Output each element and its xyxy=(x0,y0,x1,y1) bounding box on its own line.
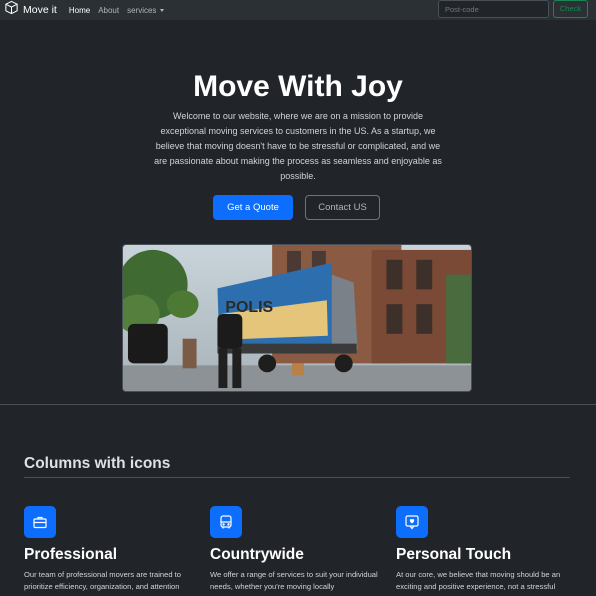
navbar: Move it Home About services Check xyxy=(0,0,596,20)
feature-text: We offer a range of services to suit you… xyxy=(210,570,378,591)
get-quote-button[interactable]: Get a Quote xyxy=(213,195,293,220)
features-rule xyxy=(24,477,570,478)
postcode-input[interactable] xyxy=(438,0,549,18)
feature-text: Our team of professional movers are trai… xyxy=(24,570,182,591)
moving-truck-photo: POLIS xyxy=(123,245,471,391)
feature-title: Countrywide xyxy=(210,546,304,563)
nav-links: Home About services xyxy=(69,6,173,15)
brand[interactable]: Move it xyxy=(4,0,57,20)
briefcase-icon xyxy=(24,506,56,538)
box-icon xyxy=(4,0,19,20)
feature-text: At our core, we believe that moving shou… xyxy=(396,570,561,591)
feature-professional: Professional Our team of professional mo… xyxy=(24,506,199,593)
check-button[interactable]: Check xyxy=(553,0,588,18)
nav-services-dropdown[interactable]: services xyxy=(127,5,165,15)
feature-title: Professional xyxy=(24,546,118,563)
nav-about[interactable]: About xyxy=(98,6,119,15)
feature-personal-touch: Personal Touch At our core, we believe t… xyxy=(396,506,571,593)
truck-lettering: POLIS xyxy=(225,299,273,316)
chat-heart-icon xyxy=(396,506,428,538)
contact-button[interactable]: Contact US xyxy=(305,195,380,220)
features-title: Columns with icons xyxy=(24,455,171,472)
bus-icon xyxy=(210,506,242,538)
hero-title: Move With Joy xyxy=(193,70,403,103)
feature-countrywide: Countrywide We offer a range of services… xyxy=(210,506,385,593)
hero-image: POLIS xyxy=(122,244,472,392)
caret-down-icon xyxy=(160,8,165,12)
hero-text: Welcome to our website, where we are on … xyxy=(154,111,442,181)
nav-home[interactable]: Home xyxy=(69,6,90,15)
brand-name: Move it xyxy=(23,4,57,16)
nav-services-label: services xyxy=(127,5,157,15)
section-divider xyxy=(0,404,596,405)
feature-title: Personal Touch xyxy=(396,546,512,563)
